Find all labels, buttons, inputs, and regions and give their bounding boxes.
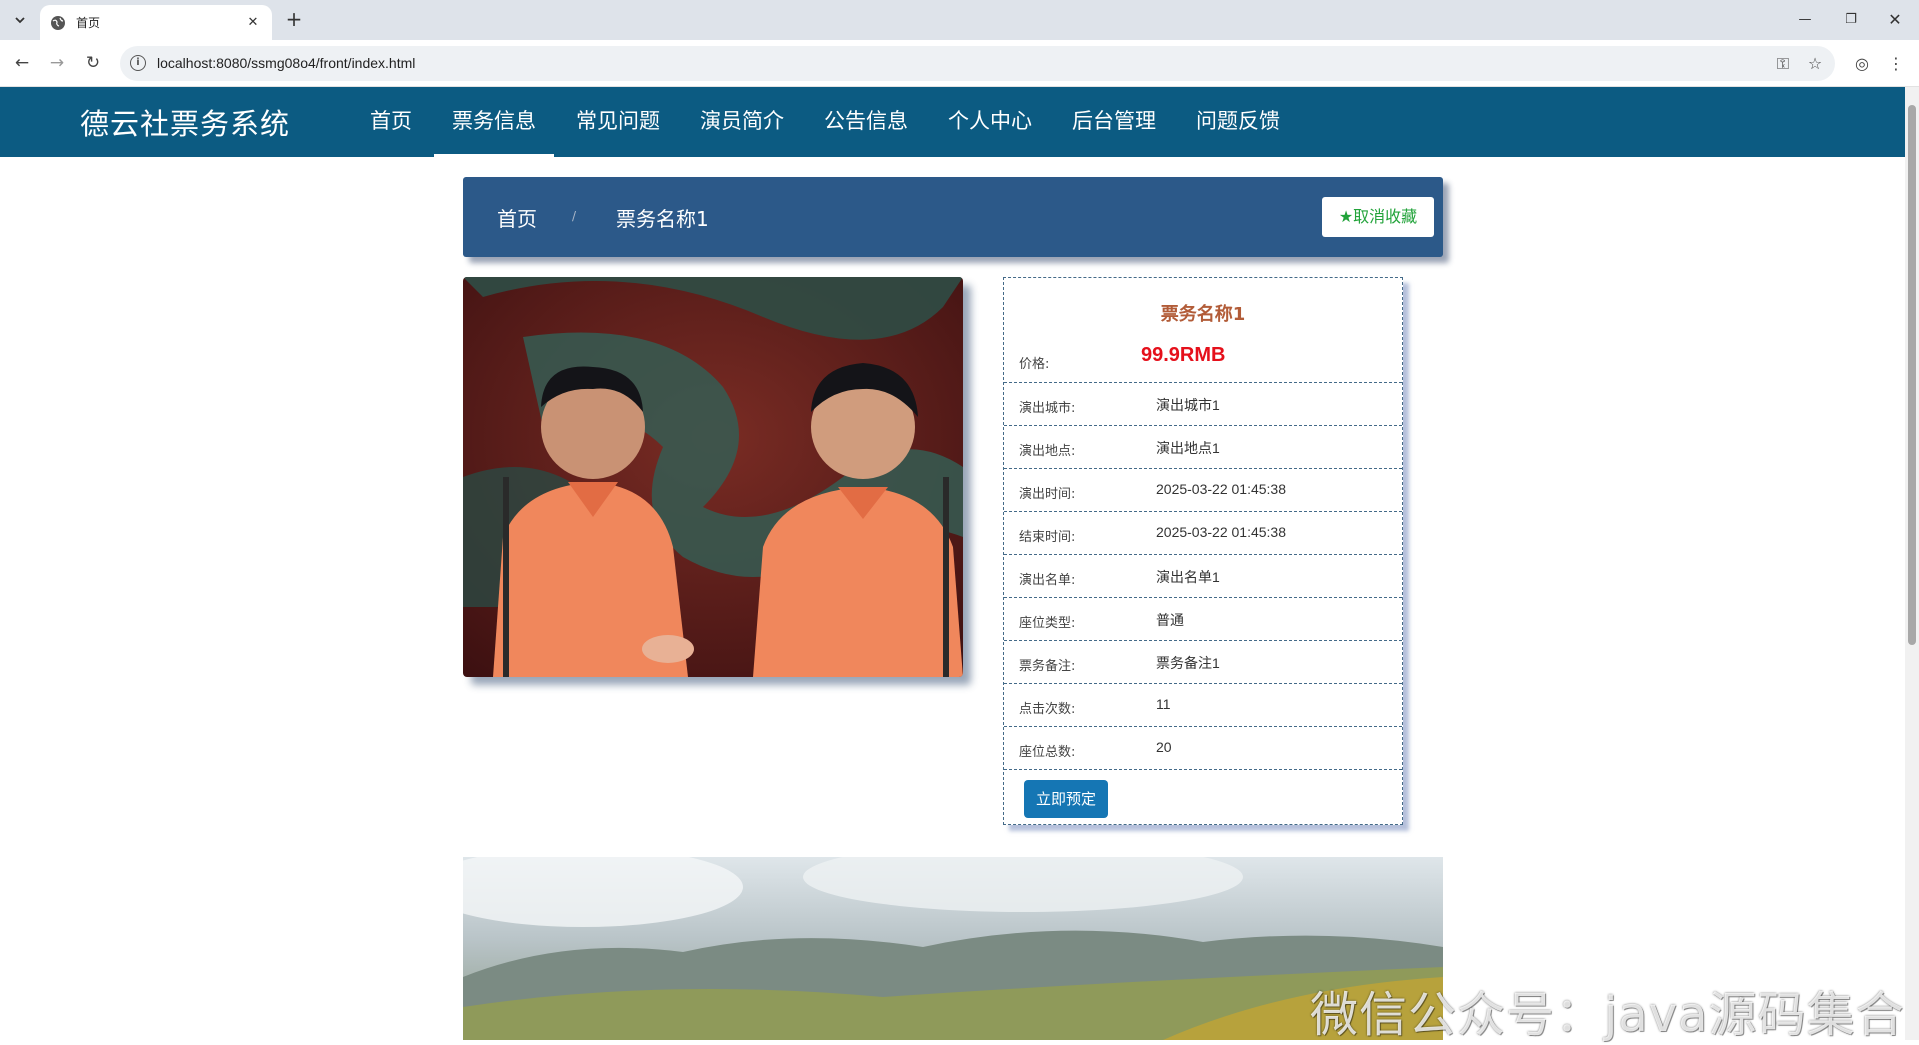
detail-row-clicks: 点击次数: 11 (1004, 684, 1402, 727)
browser-tab[interactable]: 首页 ✕ (40, 5, 272, 40)
menu-item-profile[interactable]: 个人中心 (930, 87, 1050, 157)
address-bar[interactable]: i localhost:8080/ssmg08o4/front/index.ht… (120, 46, 1835, 81)
breadcrumb: 首页 / 票务名称1 ★取消收藏 (463, 177, 1443, 257)
star-icon[interactable]: ☆ (1805, 54, 1825, 74)
restore-button[interactable]: ❐ (1833, 8, 1869, 32)
detail-row-total-seats: 座位总数: 20 (1004, 727, 1402, 770)
detail-label: 点击次数: (1019, 702, 1076, 717)
detail-label: 座位总数: (1019, 745, 1076, 760)
detail-label: 票务备注: (1019, 659, 1076, 674)
footer-banner-image (463, 857, 1443, 1040)
chevron-down-icon (15, 17, 25, 24)
more-menu-icon[interactable]: ⋮ (1886, 54, 1906, 74)
unfavorite-label: 取消收藏 (1353, 207, 1418, 226)
ticket-detail-card: 票务名称1 价格: 99.9RMB 演出城市: 演出城市1 演出地点: 演出地点… (1003, 277, 1403, 825)
reload-icon[interactable]: ↻ (82, 52, 104, 74)
book-now-button[interactable]: 立即预定 (1024, 780, 1108, 818)
detail-label: 演出名单: (1019, 573, 1076, 588)
url-text[interactable]: localhost:8080/ssmg08o4/front/index.html (157, 55, 415, 71)
tab-title: 首页 (76, 16, 101, 30)
scrollbar-thumb[interactable] (1908, 105, 1916, 645)
site-brand[interactable]: 德云社票务系统 (80, 101, 290, 143)
detail-value: 票务备注1 (1156, 655, 1220, 671)
detail-value: 2025-03-22 01:45:38 (1156, 524, 1286, 540)
forward-arrow-icon[interactable]: → (46, 52, 68, 74)
detail-value: 2025-03-22 01:45:38 (1156, 481, 1286, 497)
tab-search-button[interactable] (8, 8, 32, 32)
detail-row-seat-type: 座位类型: 普通 (1004, 598, 1402, 641)
detail-value: 普通 (1156, 612, 1184, 628)
new-tab-button[interactable]: + (282, 8, 306, 32)
detail-label: 演出地点: (1019, 444, 1076, 459)
detail-row-venue: 演出地点: 演出地点1 (1004, 426, 1402, 469)
main-menu: 首页 票务信息 常见问题 演员简介 公告信息 个人中心 后台管理 问题反馈 (352, 87, 1302, 157)
price-row: 价格: 99.9RMB (1004, 339, 1402, 383)
window-close-button[interactable]: ✕ (1877, 8, 1913, 32)
detail-value: 演出城市1 (1156, 397, 1220, 413)
detail-row-city: 演出城市: 演出城市1 (1004, 383, 1402, 426)
detail-value: 演出地点1 (1156, 440, 1220, 456)
back-arrow-icon[interactable]: ← (11, 52, 33, 74)
menu-item-tickets[interactable]: 票务信息 (434, 87, 554, 157)
detail-value: 20 (1156, 739, 1172, 755)
site-info-icon[interactable]: i (130, 55, 146, 71)
price-label: 价格: (1019, 357, 1050, 372)
browser-tab-bar: 首页 ✕ + — ❐ ✕ (0, 0, 1919, 40)
detail-row-end-time: 结束时间: 2025-03-22 01:45:38 (1004, 512, 1402, 555)
detail-value: 11 (1156, 696, 1171, 712)
menu-item-home[interactable]: 首页 (352, 87, 430, 157)
menu-item-faq[interactable]: 常见问题 (558, 87, 678, 157)
breadcrumb-separator: / (572, 209, 577, 223)
menu-item-actors[interactable]: 演员简介 (682, 87, 802, 157)
ticket-image (463, 277, 963, 677)
minimize-button[interactable]: — (1787, 8, 1823, 32)
detail-label: 结束时间: (1019, 530, 1076, 545)
browser-toolbar: ← → ↻ i localhost:8080/ssmg08o4/front/in… (0, 40, 1919, 87)
detail-label: 座位类型: (1019, 616, 1076, 631)
menu-item-notices[interactable]: 公告信息 (806, 87, 926, 157)
star-filled-icon: ★ (1338, 207, 1354, 226)
menu-item-admin[interactable]: 后台管理 (1054, 87, 1174, 157)
ticket-title: 票务名称1 (1160, 304, 1246, 325)
close-icon[interactable]: ✕ (244, 15, 262, 30)
breadcrumb-home[interactable]: 首页 (497, 203, 537, 232)
price-value: 99.9RMB (1141, 344, 1226, 366)
profile-icon[interactable]: ◎ (1852, 54, 1872, 74)
detail-value: 演出名单1 (1156, 569, 1220, 585)
globe-icon (51, 15, 65, 30)
site-header: 德云社票务系统 首页 票务信息 常见问题 演员简介 公告信息 个人中心 后台管理… (0, 87, 1905, 157)
key-icon[interactable]: ⚿ (1773, 54, 1793, 74)
detail-label: 演出时间: (1019, 487, 1076, 502)
detail-row-remark: 票务备注: 票务备注1 (1004, 641, 1402, 684)
unfavorite-button[interactable]: ★取消收藏 (1322, 197, 1434, 237)
watermark-text: 微信公众号：java源码集合 (1310, 987, 1905, 1043)
detail-row-start-time: 演出时间: 2025-03-22 01:45:38 (1004, 469, 1402, 512)
detail-label: 演出城市: (1019, 401, 1076, 416)
breadcrumb-current: 票务名称1 (616, 207, 709, 231)
detail-row-cast: 演出名单: 演出名单1 (1004, 555, 1402, 598)
page-scrollbar[interactable] (1905, 87, 1919, 1040)
menu-item-feedback[interactable]: 问题反馈 (1178, 87, 1298, 157)
